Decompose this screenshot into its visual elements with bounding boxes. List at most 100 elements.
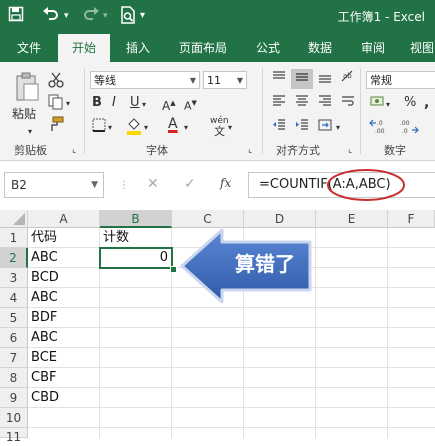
cut-icon[interactable] — [48, 72, 64, 93]
align-right-button[interactable] — [314, 93, 336, 113]
select-all-corner[interactable] — [0, 210, 28, 228]
tab-formulas[interactable]: 公式 — [246, 34, 290, 62]
phonetic-dropdown-icon[interactable]: ▾ — [228, 120, 232, 136]
align-bottom-button[interactable] — [314, 69, 336, 89]
paste-dropdown-icon[interactable]: ▾ — [28, 124, 32, 140]
print-preview-icon[interactable] — [120, 6, 136, 29]
orientation-icon[interactable]: ab — [337, 69, 359, 89]
font-launcher-icon[interactable]: ⌞ — [248, 142, 252, 158]
grow-font-icon[interactable]: A▲ — [162, 95, 176, 114]
column-header-e[interactable]: E — [316, 210, 388, 228]
alignment-launcher-icon[interactable]: ⌞ — [348, 142, 352, 158]
italic-button[interactable]: I — [112, 95, 116, 111]
undo-dropdown-icon[interactable]: ▾ — [64, 6, 69, 26]
group-label-number: 数字 — [384, 144, 406, 157]
tab-file[interactable]: 文件 — [6, 34, 52, 62]
comma-style-button[interactable]: , — [424, 95, 429, 111]
increase-indent-icon[interactable] — [291, 117, 313, 137]
cell-b1[interactable]: 计数 — [103, 228, 129, 248]
customize-toolbar-icon[interactable]: ▾ — [140, 6, 145, 26]
cell-a7[interactable]: BCE — [31, 348, 57, 368]
ribbon: 粘贴 ▾ ▾ 剪贴板 ⌞ 等线 ▼ 11 ▼ B I U ▾ A▲ A▼ ▾ ▾… — [0, 62, 435, 161]
align-top-button[interactable] — [268, 69, 290, 89]
row-header[interactable]: 8 — [0, 368, 28, 388]
undo-icon[interactable] — [42, 6, 60, 27]
tab-page-layout[interactable]: 页面布局 — [166, 34, 240, 62]
copy-icon[interactable] — [48, 94, 64, 115]
redo-dropdown-icon[interactable]: ▾ — [103, 6, 108, 26]
row-header[interactable]: 2 — [0, 248, 28, 268]
enter-icon[interactable]: ✓ — [184, 176, 196, 192]
cell-a6[interactable]: ABC — [31, 328, 58, 348]
gridline — [28, 387, 435, 388]
accounting-dropdown-icon[interactable]: ▾ — [386, 97, 390, 113]
row-header[interactable]: 9 — [0, 388, 28, 408]
separator — [262, 68, 263, 154]
underline-button[interactable]: U — [130, 95, 140, 111]
cancel-icon[interactable]: ✕ — [147, 176, 159, 192]
annotation-text: 算错了 — [235, 252, 295, 276]
borders-icon[interactable] — [92, 118, 106, 137]
fill-color-icon[interactable] — [126, 117, 142, 140]
bold-button[interactable]: B — [92, 95, 102, 111]
number-format-combo[interactable]: 常规 — [366, 71, 435, 89]
wrap-text-icon[interactable] — [337, 93, 359, 113]
underline-dropdown-icon[interactable]: ▾ — [142, 97, 146, 113]
save-icon[interactable] — [8, 6, 24, 27]
fill-color-dropdown-icon[interactable]: ▾ — [144, 120, 148, 136]
decrease-indent-icon[interactable] — [268, 117, 290, 137]
decrease-decimal-icon[interactable]: .00.0 — [398, 118, 422, 139]
gridline — [28, 347, 435, 348]
row-header[interactable]: 11 — [0, 428, 28, 444]
selected-cell-b2[interactable]: 0 — [99, 247, 173, 269]
increase-decimal-icon[interactable]: .0.00 — [368, 118, 392, 139]
merge-center-icon[interactable] — [314, 117, 336, 137]
phonetic-text-icon: 文 — [214, 125, 225, 138]
fill-handle[interactable] — [170, 266, 177, 273]
redo-icon[interactable] — [82, 6, 100, 27]
shrink-font-icon[interactable]: A▼ — [184, 95, 197, 115]
row-header[interactable]: 7 — [0, 348, 28, 368]
row-header[interactable]: 6 — [0, 328, 28, 348]
row-header[interactable]: 1 — [0, 228, 28, 248]
format-painter-icon[interactable] — [48, 116, 64, 137]
row-header[interactable]: 5 — [0, 308, 28, 328]
copy-dropdown-icon[interactable]: ▾ — [66, 96, 70, 112]
name-box[interactable]: B2 ▼ — [4, 172, 104, 198]
cell-a3[interactable]: BCD — [31, 268, 59, 288]
accounting-format-icon[interactable] — [370, 95, 386, 114]
tab-data[interactable]: 数据 — [296, 34, 344, 62]
cell-a2[interactable]: ABC — [31, 248, 58, 268]
font-color-button[interactable]: A — [168, 116, 178, 132]
cell-a8[interactable]: CBF — [31, 368, 56, 388]
align-center-button[interactable] — [291, 93, 313, 113]
chevron-down-icon[interactable]: ▼ — [91, 173, 98, 197]
percent-button[interactable]: % — [404, 95, 416, 111]
row-header[interactable]: 3 — [0, 268, 28, 288]
font-name-combo[interactable]: 等线 ▼ — [90, 71, 200, 89]
row-header[interactable]: 4 — [0, 288, 28, 308]
column-header-a[interactable]: A — [28, 210, 100, 228]
borders-dropdown-icon[interactable]: ▾ — [108, 120, 112, 136]
cell-a9[interactable]: CBD — [31, 388, 59, 408]
align-middle-button[interactable] — [291, 69, 313, 89]
font-color-dropdown-icon[interactable]: ▾ — [184, 120, 188, 136]
cell-a5[interactable]: BDF — [31, 308, 57, 328]
clipboard-launcher-icon[interactable]: ⌞ — [72, 142, 76, 158]
row-header[interactable]: 10 — [0, 408, 28, 428]
tab-insert[interactable]: 插入 — [114, 34, 162, 62]
column-header-b[interactable]: B — [100, 210, 172, 228]
tab-home[interactable]: 开始 — [58, 34, 110, 62]
insert-function-icon[interactable]: fx — [220, 176, 231, 190]
paste-label[interactable]: 粘贴 — [12, 106, 36, 122]
paste-icon[interactable] — [14, 72, 40, 107]
font-size-combo[interactable]: 11 ▼ — [203, 71, 247, 89]
cell-a4[interactable]: ABC — [31, 288, 58, 308]
merge-dropdown-icon[interactable]: ▾ — [336, 120, 340, 136]
tab-view[interactable]: 视图 — [402, 34, 435, 62]
highlight-ellipse — [327, 169, 405, 201]
tab-review[interactable]: 审阅 — [350, 34, 396, 62]
align-left-button[interactable] — [268, 93, 290, 113]
column-header-f[interactable]: F — [388, 210, 435, 228]
cell-a1[interactable]: 代码 — [31, 228, 57, 248]
